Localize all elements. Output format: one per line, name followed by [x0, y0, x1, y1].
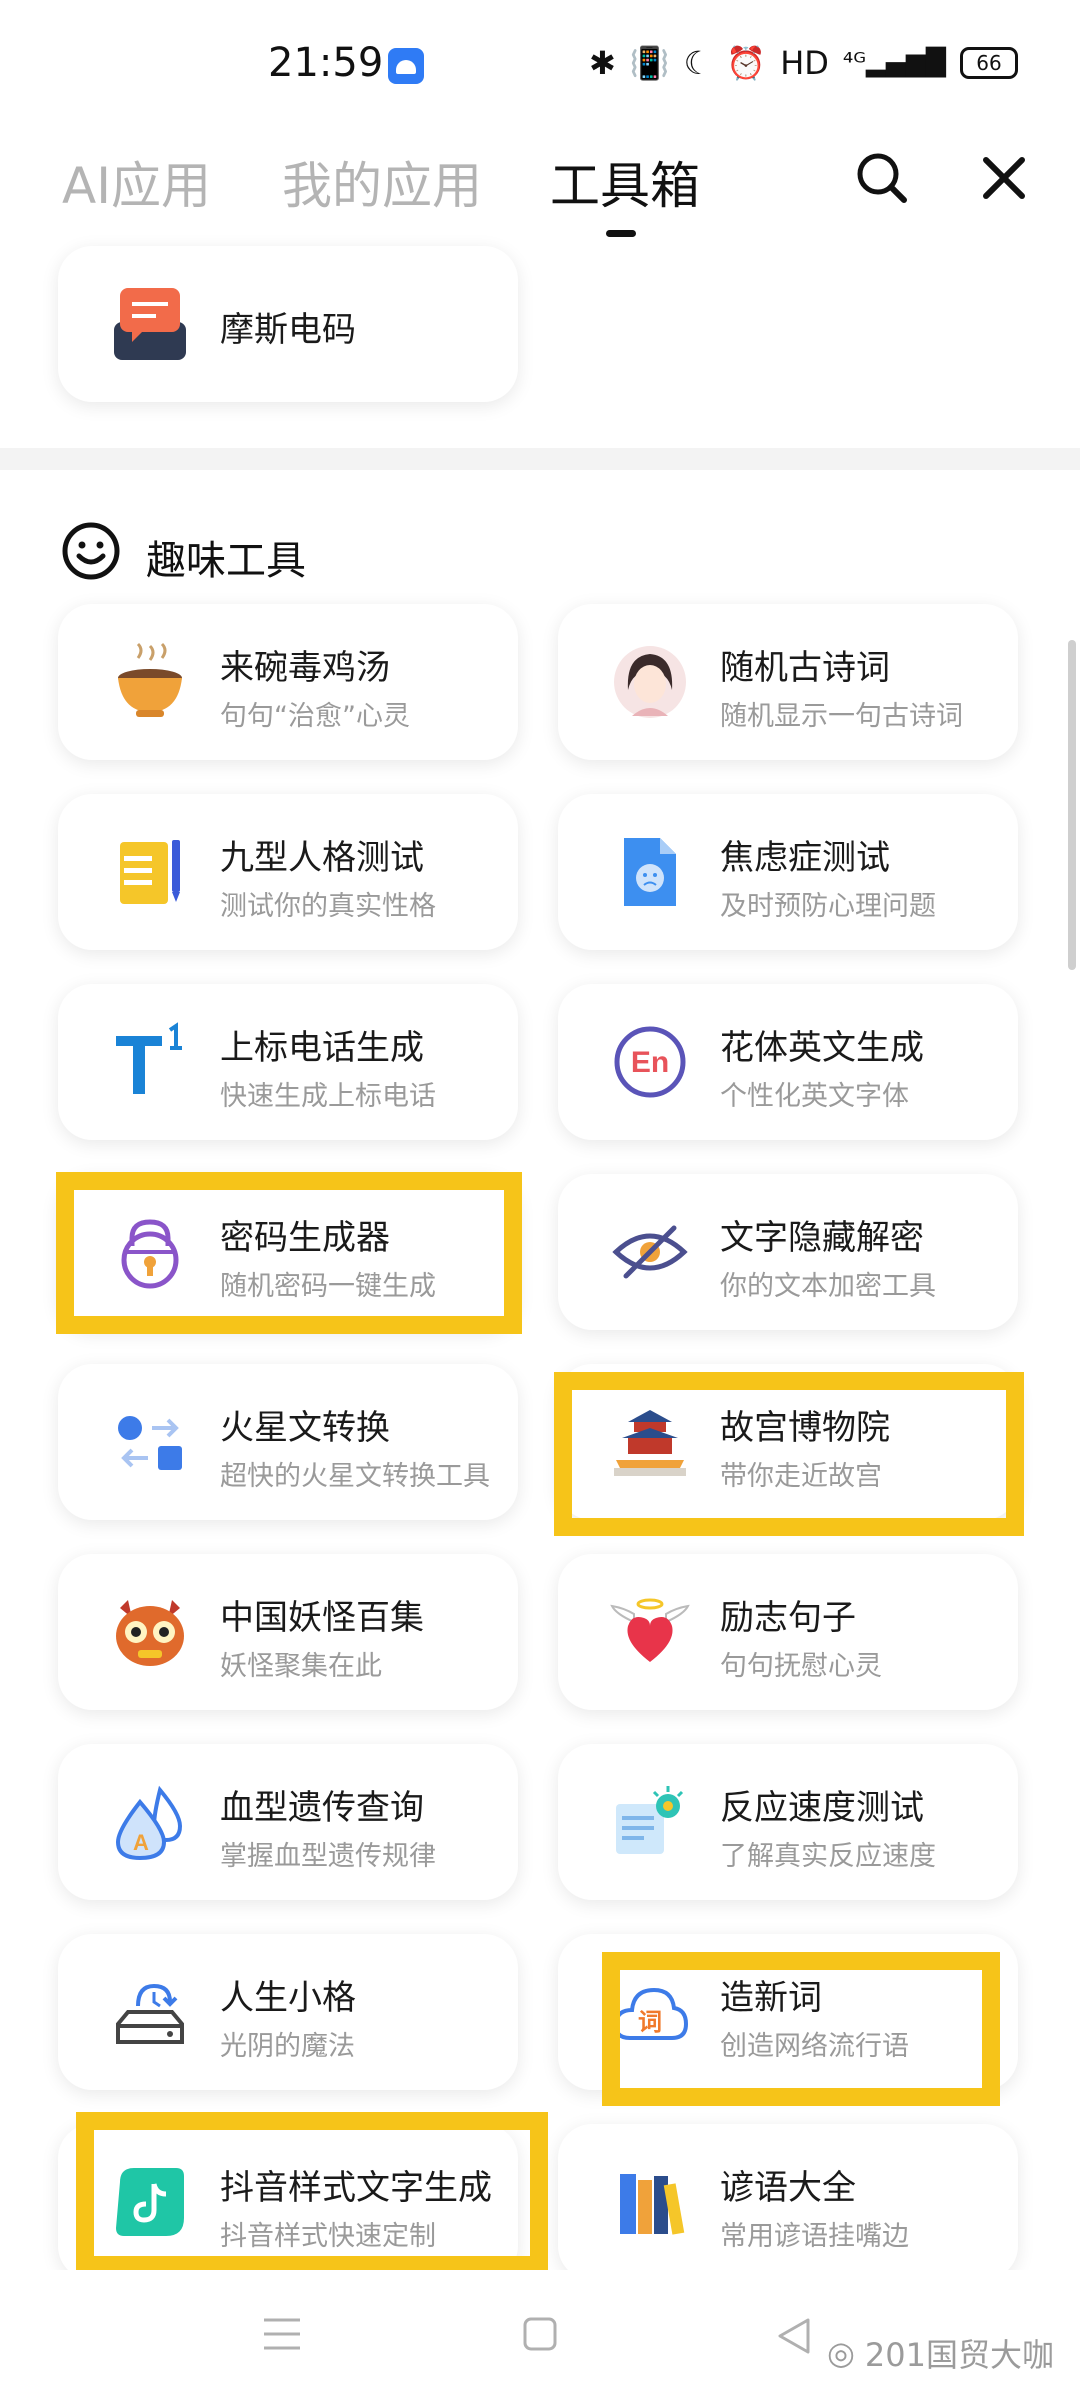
tool-card[interactable]: 人生小格 光阴的魔法 — [58, 1934, 518, 2090]
tool-title: 火星文转换 — [220, 1408, 390, 1448]
tool-card[interactable]: 励志句子 句句抚慰心灵 — [558, 1554, 1018, 1710]
reaction-icon — [616, 1786, 684, 1854]
tool-subtitle: 妖怪聚集在此 — [220, 1651, 382, 1682]
tool-card[interactable]: 上标电话生成 快速生成上标电话 — [58, 984, 518, 1140]
highlight-box — [56, 1172, 522, 1334]
hidden-eye-icon — [612, 1225, 688, 1279]
sad-document-icon — [624, 838, 676, 906]
tool-title: 焦虑症测试 — [720, 838, 890, 878]
tool-title: 反应速度测试 — [720, 1788, 924, 1828]
tool-title: 随机古诗词 — [720, 648, 890, 688]
tool-card-morse[interactable]: 摩斯电码 — [58, 246, 518, 402]
tool-title: 花体英文生成 — [720, 1028, 924, 1068]
superscript-icon — [116, 1022, 182, 1094]
menu-icon[interactable] — [262, 2316, 302, 2352]
tool-card[interactable]: A 血型遗传查询 掌握血型遗传规律 — [58, 1744, 518, 1900]
close-icon[interactable] — [974, 148, 1034, 208]
watermark-text: 201国贸大咖 — [864, 2336, 1054, 2374]
tab-my-apps[interactable]: 我的应用 — [282, 146, 482, 218]
bluetooth-icon: ✱ — [589, 44, 616, 82]
section-title: 趣味工具 — [146, 538, 306, 584]
search-icon[interactable] — [852, 148, 912, 208]
home-icon[interactable] — [522, 2316, 558, 2352]
convert-icon — [118, 1416, 182, 1470]
vibrate-icon: 📳 — [629, 44, 670, 82]
active-tab-indicator — [606, 230, 636, 237]
smiley-icon — [62, 522, 120, 580]
tool-title: 上标电话生成 — [220, 1028, 424, 1068]
tool-subtitle: 句句“治愈”心灵 — [220, 701, 410, 732]
morse-code-icon — [114, 288, 186, 360]
tool-subtitle: 测试你的真实性格 — [220, 891, 436, 922]
tab-ai-apps[interactable]: AI应用 — [62, 146, 211, 218]
tool-title: 文字隐藏解密 — [720, 1218, 924, 1258]
tool-subtitle: 超快的火星文转换工具 — [220, 1461, 490, 1492]
tool-card[interactable]: 中国妖怪百集 妖怪聚集在此 — [58, 1554, 518, 1710]
tool-card[interactable]: 谚语大全 常用谚语挂嘴边 — [558, 2124, 1018, 2280]
tool-subtitle: 个性化英文字体 — [720, 1081, 909, 1112]
status-icons: ✱ 📳 ☾ ⏰ HD ⁴ᴳ▂▄▆█ 66 — [589, 44, 1018, 82]
tool-card[interactable]: 文字隐藏解密 你的文本加密工具 — [558, 1174, 1018, 1330]
tool-subtitle: 掌握血型遗传规律 — [220, 1841, 436, 1872]
tool-card[interactable]: 焦虑症测试 及时预防心理问题 — [558, 794, 1018, 950]
winged-heart-icon — [610, 1598, 690, 1662]
tool-subtitle: 光阴的魔法 — [220, 2031, 355, 2062]
scrollbar[interactable] — [1068, 640, 1076, 970]
soup-bowl-icon — [118, 642, 182, 717]
tool-subtitle: 句句抚慰心灵 — [720, 1651, 882, 1682]
back-icon[interactable] — [776, 2316, 812, 2356]
notebook-icon — [120, 840, 180, 904]
header: AI应用 我的应用 工具箱 — [0, 130, 1080, 245]
tool-title: 血型遗传查询 — [220, 1788, 424, 1828]
section-divider — [0, 448, 1080, 470]
tool-subtitle: 你的文本加密工具 — [720, 1271, 936, 1302]
watermark: ◎ 201国贸大咖 — [827, 2330, 1054, 2376]
blood-drop-icon: A — [115, 1785, 183, 1861]
tool-title: 来碗毒鸡汤 — [220, 648, 390, 688]
status-time: 21:59 — [268, 40, 384, 86]
svg-text:A: A — [133, 1830, 149, 1855]
tool-card[interactable]: En 花体英文生成 个性化英文字体 — [558, 984, 1018, 1140]
svg-text:En: En — [631, 1046, 669, 1079]
en-circle-icon: En — [614, 1026, 686, 1098]
highlight-box — [602, 1952, 1000, 2106]
monster-icon — [116, 1600, 184, 1666]
tool-subtitle: 常用谚语挂嘴边 — [720, 2221, 909, 2252]
wechat-icon: ◎ — [826, 2334, 855, 2372]
tool-card[interactable]: 随机古诗词 随机显示一句古诗词 — [558, 604, 1018, 760]
android-notification-icon — [388, 48, 424, 84]
tool-card[interactable]: 反应速度测试 了解真实反应速度 — [558, 1744, 1018, 1900]
poet-avatar-icon — [614, 646, 686, 718]
alarm-icon: ⏰ — [726, 44, 767, 82]
books-icon — [620, 2174, 685, 2235]
tool-title: 人生小格 — [220, 1978, 356, 2018]
tool-subtitle: 随机显示一句古诗词 — [720, 701, 963, 732]
tool-title: 摩斯电码 — [220, 310, 356, 350]
network-label: HD — [780, 44, 829, 82]
tool-card[interactable]: 九型人格测试 测试你的真实性格 — [58, 794, 518, 950]
highlight-box — [76, 2112, 548, 2274]
tool-card[interactable]: 火星文转换 超快的火星文转换工具 — [58, 1364, 518, 1520]
signal-icon: ⁴ᴳ▂▄▆█ — [842, 48, 946, 78]
tool-title: 九型人格测试 — [220, 838, 424, 878]
highlight-box — [554, 1372, 1024, 1536]
tool-subtitle: 快速生成上标电话 — [220, 1081, 436, 1112]
tool-title: 励志句子 — [720, 1598, 856, 1638]
tool-subtitle: 及时预防心理问题 — [720, 891, 936, 922]
tool-title: 中国妖怪百集 — [220, 1598, 424, 1638]
tool-subtitle: 了解真实反应速度 — [720, 1841, 936, 1872]
tool-title: 谚语大全 — [720, 2168, 856, 2208]
status-bar: 21:59 ✱ 📳 ☾ ⏰ HD ⁴ᴳ▂▄▆█ 66 — [0, 0, 1080, 130]
do-not-disturb-icon: ☾ — [683, 44, 713, 82]
time-drive-icon — [116, 1983, 184, 2044]
tab-toolbox[interactable]: 工具箱 — [550, 146, 700, 218]
battery-icon: 66 — [960, 47, 1018, 79]
tool-card[interactable]: 来碗毒鸡汤 句句“治愈”心灵 — [58, 604, 518, 760]
